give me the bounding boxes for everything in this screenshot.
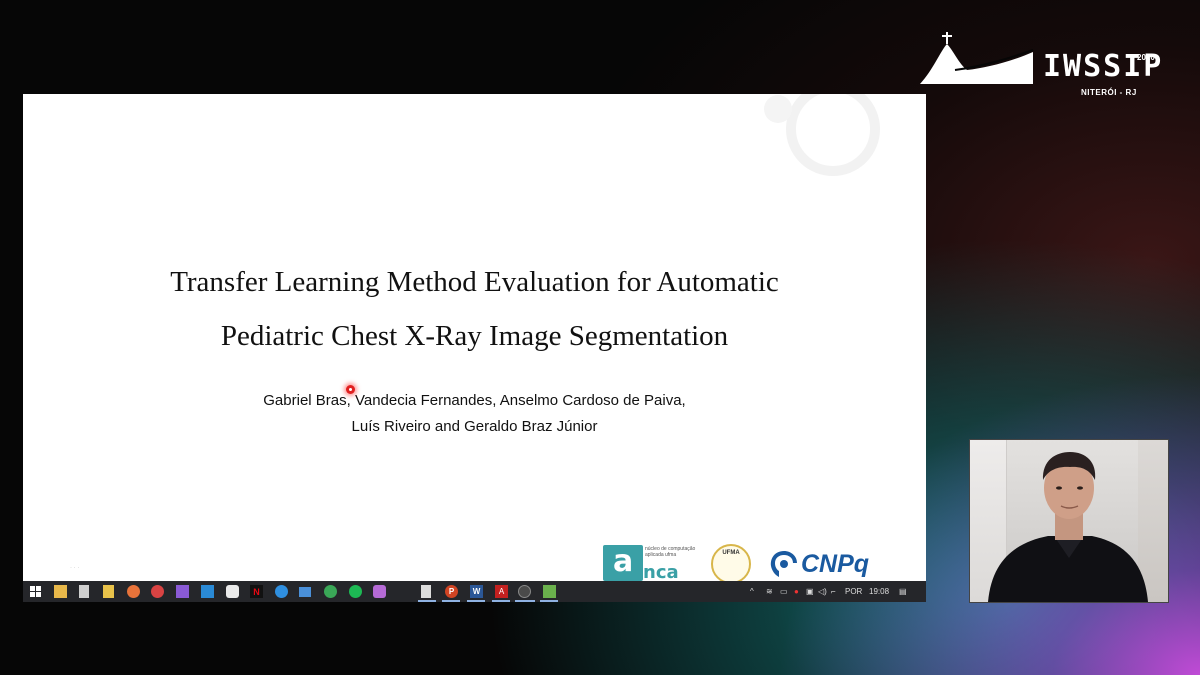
pdf-reader-icon[interactable]: A <box>495 585 508 598</box>
ufma-logo-text: UFMA <box>722 550 740 556</box>
android-studio-icon[interactable] <box>543 585 556 598</box>
purple-app-icon[interactable] <box>373 585 386 598</box>
cnpq-logo: CNPq <box>769 543 879 583</box>
nca-logo-letter: a <box>613 544 634 579</box>
chrome-icon[interactable] <box>324 585 337 598</box>
conference-city: NITERÓI - RJ <box>1081 88 1137 97</box>
nca-logo: a núcleo de computação aplicada ufma nca <box>603 543 698 583</box>
windows-start-icon[interactable] <box>29 585 42 598</box>
file-explorer-icon[interactable] <box>54 585 67 598</box>
sticky-notes-icon[interactable] <box>103 585 114 598</box>
mail-icon[interactable] <box>299 587 311 597</box>
conference-year: 2020 <box>1137 53 1155 62</box>
clock[interactable]: 19:08 <box>869 585 889 598</box>
action-center-icon[interactable]: ▤ <box>899 585 907 598</box>
netflix-icon[interactable]: N <box>250 585 263 598</box>
recording-app-icon[interactable] <box>518 585 531 598</box>
notification-alert-icon[interactable]: ● <box>794 585 799 598</box>
store-icon[interactable] <box>79 585 89 598</box>
firefox-icon[interactable] <box>127 585 140 598</box>
battery-icon[interactable]: ▭ <box>780 585 788 598</box>
nca-logo-subtitle: núcleo de computação aplicada ufma <box>645 546 696 558</box>
visual-studio-icon[interactable] <box>176 585 189 598</box>
conference-logo: IWSSIP 2020 NITERÓI - RJ <box>915 30 1170 100</box>
shared-screen: Transfer Learning Method Evaluation for … <box>23 94 926 602</box>
slide-footer-dots: · · · <box>70 565 80 571</box>
sugarloaf-mountain-icon <box>920 32 1034 84</box>
slide-authors-line-1: Gabriel Bras, Vandecia Fernandes, Anselm… <box>263 392 686 409</box>
network-icon[interactable]: ⌐ <box>831 585 836 598</box>
powerpoint-icon[interactable]: P <box>445 585 458 598</box>
laser-pointer <box>346 385 355 394</box>
slide-title-line-1: Transfer Learning Method Evaluation for … <box>170 266 779 298</box>
taskbar: N P W A ^ ≋ ▭ ● ▣ ◁) ⌐ POR 19:08 ▤ <box>23 581 926 602</box>
vscode-icon[interactable] <box>201 585 214 598</box>
edge-icon[interactable] <box>275 585 288 598</box>
wifi-icon[interactable]: ≋ <box>766 585 773 598</box>
display-icon[interactable]: ▣ <box>806 585 814 598</box>
word-icon[interactable]: W <box>470 585 483 598</box>
document-icon[interactable] <box>421 585 431 598</box>
chrome-alt-icon[interactable] <box>151 585 164 598</box>
slide-decoration <box>764 94 880 176</box>
cloud-app-icon[interactable] <box>226 585 239 598</box>
cnpq-head-icon <box>770 551 797 577</box>
webcam-feed <box>969 439 1169 603</box>
spotify-icon[interactable] <box>349 585 362 598</box>
language-indicator[interactable]: POR <box>845 585 862 598</box>
nca-logo-name: nca <box>643 562 679 583</box>
ufma-logo: UFMA <box>711 543 755 584</box>
cnpq-logo-text: CNPq <box>801 550 870 578</box>
slide-title-line-2: Pediatric Chest X-Ray Image Segmentation <box>220 320 729 352</box>
slide-authors-line-2: Luís Riveiro and Geraldo Braz Júnior <box>351 418 598 435</box>
speaker-video <box>988 452 1148 602</box>
volume-icon[interactable]: ◁) <box>818 585 827 598</box>
tray-overflow-icon[interactable]: ^ <box>750 585 754 598</box>
